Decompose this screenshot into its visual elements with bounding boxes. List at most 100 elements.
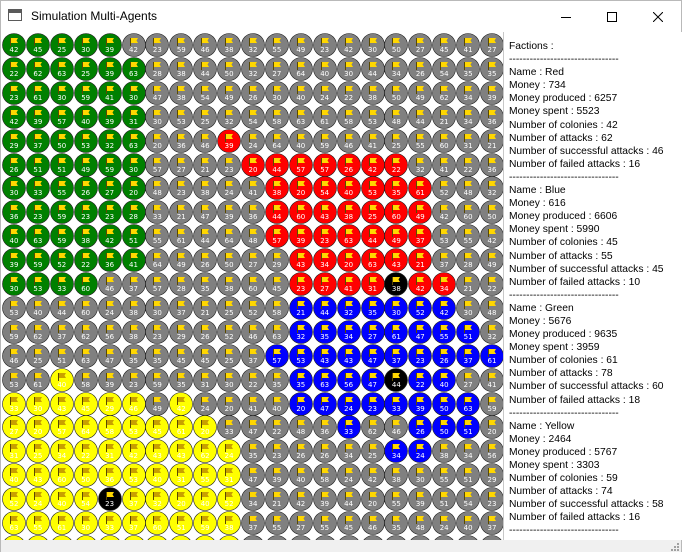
agent-cell-green[interactable]: 23 xyxy=(2,80,26,105)
agent-cell-neutral[interactable]: 27 xyxy=(480,33,503,57)
agent-cell-yellow[interactable]: 40 xyxy=(49,367,74,392)
agent-cell-neutral[interactable]: 36 xyxy=(169,128,194,153)
maximize-button[interactable] xyxy=(589,1,635,32)
agent-cell-blue[interactable]: 51 xyxy=(456,415,480,440)
agent-cell-neutral[interactable]: 41 xyxy=(360,128,385,153)
agent-cell-yellow[interactable]: 30 xyxy=(73,511,98,535)
agent-cell-blue[interactable]: 47 xyxy=(408,319,433,344)
agent-cell-neutral[interactable]: 50 xyxy=(384,80,409,105)
agent-cell-yellow[interactable]: 20 xyxy=(193,415,217,440)
agent-cell-neutral[interactable]: 36 xyxy=(480,104,503,129)
agent-cell-neutral[interactable]: 44 xyxy=(49,296,74,320)
agent-cell-neutral[interactable]: 59 xyxy=(169,33,194,57)
agent-cell-neutral[interactable]: 32 xyxy=(480,320,503,344)
agent-cell-yellow[interactable]: 27 xyxy=(2,415,26,440)
agent-cell-neutral[interactable]: 38 xyxy=(169,80,194,105)
agent-cell-blue[interactable]: 32 xyxy=(336,296,361,320)
agent-cell-blue[interactable]: 22 xyxy=(408,367,433,392)
agent-cell-neutral[interactable]: 42 xyxy=(432,200,456,225)
agent-cell-yellow[interactable]: 37 xyxy=(121,511,146,535)
agent-cell-neutral[interactable]: 56 xyxy=(97,319,122,344)
agent-cell-neutral[interactable]: 60 xyxy=(241,272,265,296)
agent-cell-neutral[interactable]: 30 xyxy=(265,80,289,105)
agent-cell-blue[interactable]: 33 xyxy=(336,415,361,440)
agent-cell-neutral[interactable]: 35 xyxy=(193,272,217,296)
agent-cell-neutral[interactable]: 22 xyxy=(480,272,503,296)
agent-cell-black[interactable]: 44 xyxy=(384,367,409,392)
agent-cell-blue[interactable]: 24 xyxy=(408,439,433,464)
agent-cell-neutral[interactable]: 55 xyxy=(456,224,480,248)
agent-cell-neutral[interactable]: 21 xyxy=(169,200,194,225)
agent-cell-blue[interactable]: 44 xyxy=(312,296,337,320)
agent-cell-neutral[interactable]: 34 xyxy=(456,80,480,105)
agent-cell-neutral[interactable]: 30 xyxy=(217,367,241,392)
agent-cell-neutral[interactable]: 49 xyxy=(145,391,170,416)
agent-cell-neutral[interactable]: 33 xyxy=(145,200,170,225)
agent-cell-neutral[interactable]: 26 xyxy=(241,80,265,105)
agent-cell-yellow[interactable]: 40 xyxy=(193,487,217,511)
agent-cell-neutral[interactable]: 30 xyxy=(408,463,433,487)
agent-cell-neutral[interactable]: 37 xyxy=(49,319,74,344)
agent-cell-neutral[interactable]: 23 xyxy=(480,487,503,511)
agent-cell-neutral[interactable]: 22 xyxy=(265,415,289,440)
agent-cell-green[interactable]: 23 xyxy=(73,200,98,225)
agent-cell-neutral[interactable]: 63 xyxy=(288,104,313,129)
agent-cell-green[interactable]: 27 xyxy=(97,176,122,201)
agent-cell-red[interactable]: 63 xyxy=(336,224,361,248)
agent-cell-neutral[interactable]: 21 xyxy=(193,152,217,177)
agent-cell-yellow[interactable]: 45 xyxy=(73,391,98,416)
agent-cell-neutral[interactable]: 22 xyxy=(456,152,480,177)
agent-cell-yellow[interactable]: 24 xyxy=(217,439,241,464)
agent-cell-green[interactable]: 30 xyxy=(2,272,26,296)
agent-cell-neutral[interactable]: 59 xyxy=(312,128,337,153)
agent-cell-red[interactable]: 38 xyxy=(265,176,289,201)
agent-cell-neutral[interactable]: 35 xyxy=(480,57,503,81)
agent-cell-neutral[interactable]: 45 xyxy=(265,272,289,296)
agent-cell-red[interactable]: 41 xyxy=(336,272,361,296)
agent-cell-neutral[interactable]: 38 xyxy=(217,272,241,296)
agent-cell-green[interactable]: 33 xyxy=(26,176,50,201)
agent-cell-neutral[interactable]: 23 xyxy=(312,33,337,57)
agent-cell-neutral[interactable]: 52 xyxy=(432,176,456,201)
agent-cell-neutral[interactable]: 28 xyxy=(145,57,170,81)
agent-cell-blue[interactable]: 34 xyxy=(384,439,409,464)
agent-cell-green[interactable]: 57 xyxy=(49,104,74,129)
agent-cell-red[interactable]: 22 xyxy=(384,152,409,177)
agent-cell-neutral[interactable]: 38 xyxy=(360,80,385,105)
agent-cell-neutral[interactable]: 25 xyxy=(384,128,409,153)
agent-cell-yellow[interactable]: 43 xyxy=(169,439,194,464)
agent-cell-neutral[interactable]: 63 xyxy=(265,319,289,344)
agent-cell-neutral[interactable]: 54 xyxy=(241,104,265,129)
agent-cell-neutral[interactable]: 58 xyxy=(265,296,289,320)
agent-cell-neutral[interactable]: 24 xyxy=(241,128,265,153)
agent-cell-neutral[interactable]: 26 xyxy=(408,57,433,81)
agent-cell-blue[interactable]: 47 xyxy=(360,367,385,392)
agent-cell-red[interactable]: 38 xyxy=(336,200,361,225)
agent-cell-blue[interactable]: 35 xyxy=(360,296,385,320)
agent-cell-neutral[interactable]: 27 xyxy=(169,152,194,177)
agent-cell-red[interactable]: 43 xyxy=(288,248,313,272)
agent-cell-green[interactable]: 41 xyxy=(97,80,122,105)
agent-cell-neutral[interactable]: 46 xyxy=(193,33,217,57)
agent-cell-blue[interactable]: 27 xyxy=(360,319,385,344)
agent-cell-neutral[interactable]: 41 xyxy=(432,152,456,177)
agent-cell-blue[interactable]: 37 xyxy=(456,343,480,368)
agent-cell-neutral[interactable]: 47 xyxy=(145,80,170,105)
agent-cell-blue[interactable]: 33 xyxy=(384,391,409,416)
agent-cell-neutral[interactable]: 30 xyxy=(145,296,170,320)
agent-cell-blue[interactable]: 37 xyxy=(384,343,409,368)
agent-cell-red[interactable]: 63 xyxy=(360,248,385,272)
agent-cell-neutral[interactable]: 44 xyxy=(193,57,217,81)
agent-cell-yellow[interactable]: 33 xyxy=(2,391,26,416)
agent-cell-green[interactable]: 39 xyxy=(97,33,122,57)
agent-cell-yellow[interactable]: 40 xyxy=(2,463,26,487)
agent-cell-blue[interactable]: 51 xyxy=(456,319,480,344)
agent-cell-green[interactable]: 39 xyxy=(97,57,122,81)
agent-cell-neutral[interactable]: 59 xyxy=(480,391,503,416)
agent-cell-blue[interactable]: 26 xyxy=(432,343,456,368)
agent-cell-neutral[interactable]: 30 xyxy=(456,296,480,320)
agent-cell-green[interactable]: 50 xyxy=(49,128,74,153)
agent-cell-neutral[interactable]: 46 xyxy=(193,128,217,153)
agent-cell-green[interactable]: 22 xyxy=(73,248,98,272)
agent-cell-red[interactable]: 44 xyxy=(265,200,289,225)
